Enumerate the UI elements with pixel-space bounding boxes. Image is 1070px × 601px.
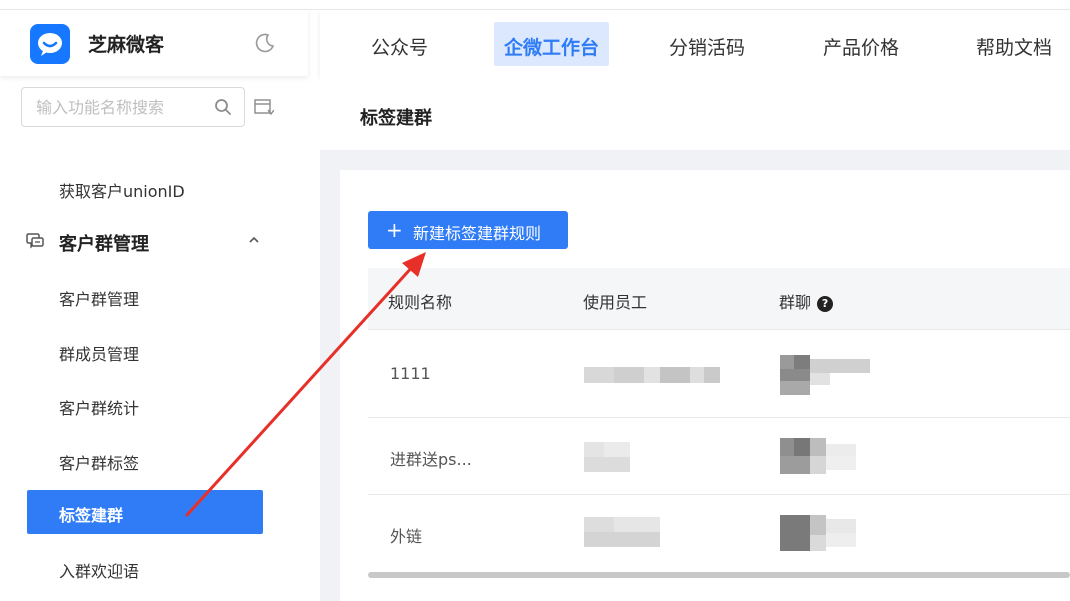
app-logo-icon[interactable]: [30, 24, 70, 64]
pixelated-group-chat-cell: [780, 438, 856, 474]
new-tag-group-rule-button[interactable]: + 新建标签建群规则: [368, 211, 568, 249]
nav-wecom-workbench[interactable]: 企微工作台: [494, 22, 610, 66]
help-icon[interactable]: ?: [817, 296, 834, 312]
page-header: 标签建群: [320, 76, 1070, 150]
nav-distribution-code[interactable]: 分销活码: [659, 22, 755, 66]
sidebar-item-customer-group-manage[interactable]: 客户群管理: [59, 286, 139, 310]
function-search-box: [21, 87, 245, 127]
column-header-staff: 使用员工: [583, 293, 648, 312]
rule-name-cell[interactable]: 进群送ps...: [390, 446, 472, 470]
brand-header: 芝麻微客: [0, 10, 308, 76]
sidebar: 芝麻微客 获取客户unionID 客户群管理 客户群管理 群成员管理 客户群统计…: [0, 10, 320, 601]
sidebar-item-customer-group-stats[interactable]: 客户群统计: [59, 395, 139, 419]
column-header-rule-name: 规则名称: [388, 293, 453, 312]
column-header-label: 群聊: [779, 293, 812, 312]
sidebar-item-welcome-message[interactable]: 入群欢迎语: [59, 558, 139, 582]
content-card: + 新建标签建群规则 规则名称 使用员工 群聊? 1111 进群送ps... 外…: [340, 170, 1070, 601]
column-header-group-chat: 群聊?: [779, 289, 834, 313]
search-icon[interactable]: [214, 98, 232, 116]
sidebar-item-get-unionid[interactable]: 获取客户unionID: [59, 178, 185, 202]
pixelated-group-chat-cell: [780, 355, 880, 395]
sidebar-item-customer-group-tags[interactable]: 客户群标签: [59, 450, 139, 474]
top-navigation: 公众号 企微工作台 分销活码 产品价格 帮助文档: [320, 10, 1070, 76]
plus-icon: +: [386, 218, 403, 242]
table-header: 规则名称 使用员工 群聊?: [368, 268, 1070, 330]
pixelated-staff-cell: [584, 367, 720, 383]
sidebar-item-tag-group-create[interactable]: 标签建群: [27, 490, 263, 534]
pixelated-staff-cell: [584, 442, 630, 472]
function-search-input[interactable]: [22, 88, 212, 126]
nav-product-price[interactable]: 产品价格: [813, 22, 909, 66]
chevron-up-icon[interactable]: [248, 234, 260, 246]
table-row[interactable]: 进群送ps...: [368, 418, 1070, 495]
rule-name-cell[interactable]: 1111: [390, 364, 431, 383]
horizontal-scrollbar[interactable]: [368, 572, 1070, 578]
table-row[interactable]: 外链: [368, 495, 1070, 572]
app-name: 芝麻微客: [88, 34, 165, 56]
new-rule-button-label: 新建标签建群规则: [413, 224, 542, 243]
browser-bookmark-strip: [0, 0, 1070, 10]
rule-name-cell[interactable]: 外链: [390, 523, 422, 547]
sidebar-item-label: 标签建群: [59, 506, 124, 525]
chat-group-icon: [26, 233, 44, 249]
table-row[interactable]: 1111: [368, 331, 1070, 418]
pixelated-group-chat-cell: [780, 515, 856, 551]
sidebar-group-customer-group[interactable]: 客户群管理: [26, 228, 276, 258]
sidebar-item-group-member-manage[interactable]: 群成员管理: [59, 341, 139, 365]
pin-menu-icon[interactable]: [254, 99, 274, 117]
pixelated-staff-cell: [584, 517, 660, 547]
dark-mode-moon-icon[interactable]: [254, 32, 276, 54]
nav-official-account[interactable]: 公众号: [361, 22, 438, 66]
page-title: 标签建群: [360, 108, 432, 129]
nav-help-docs[interactable]: 帮助文档: [966, 22, 1062, 66]
sidebar-group-label: 客户群管理: [59, 234, 149, 255]
